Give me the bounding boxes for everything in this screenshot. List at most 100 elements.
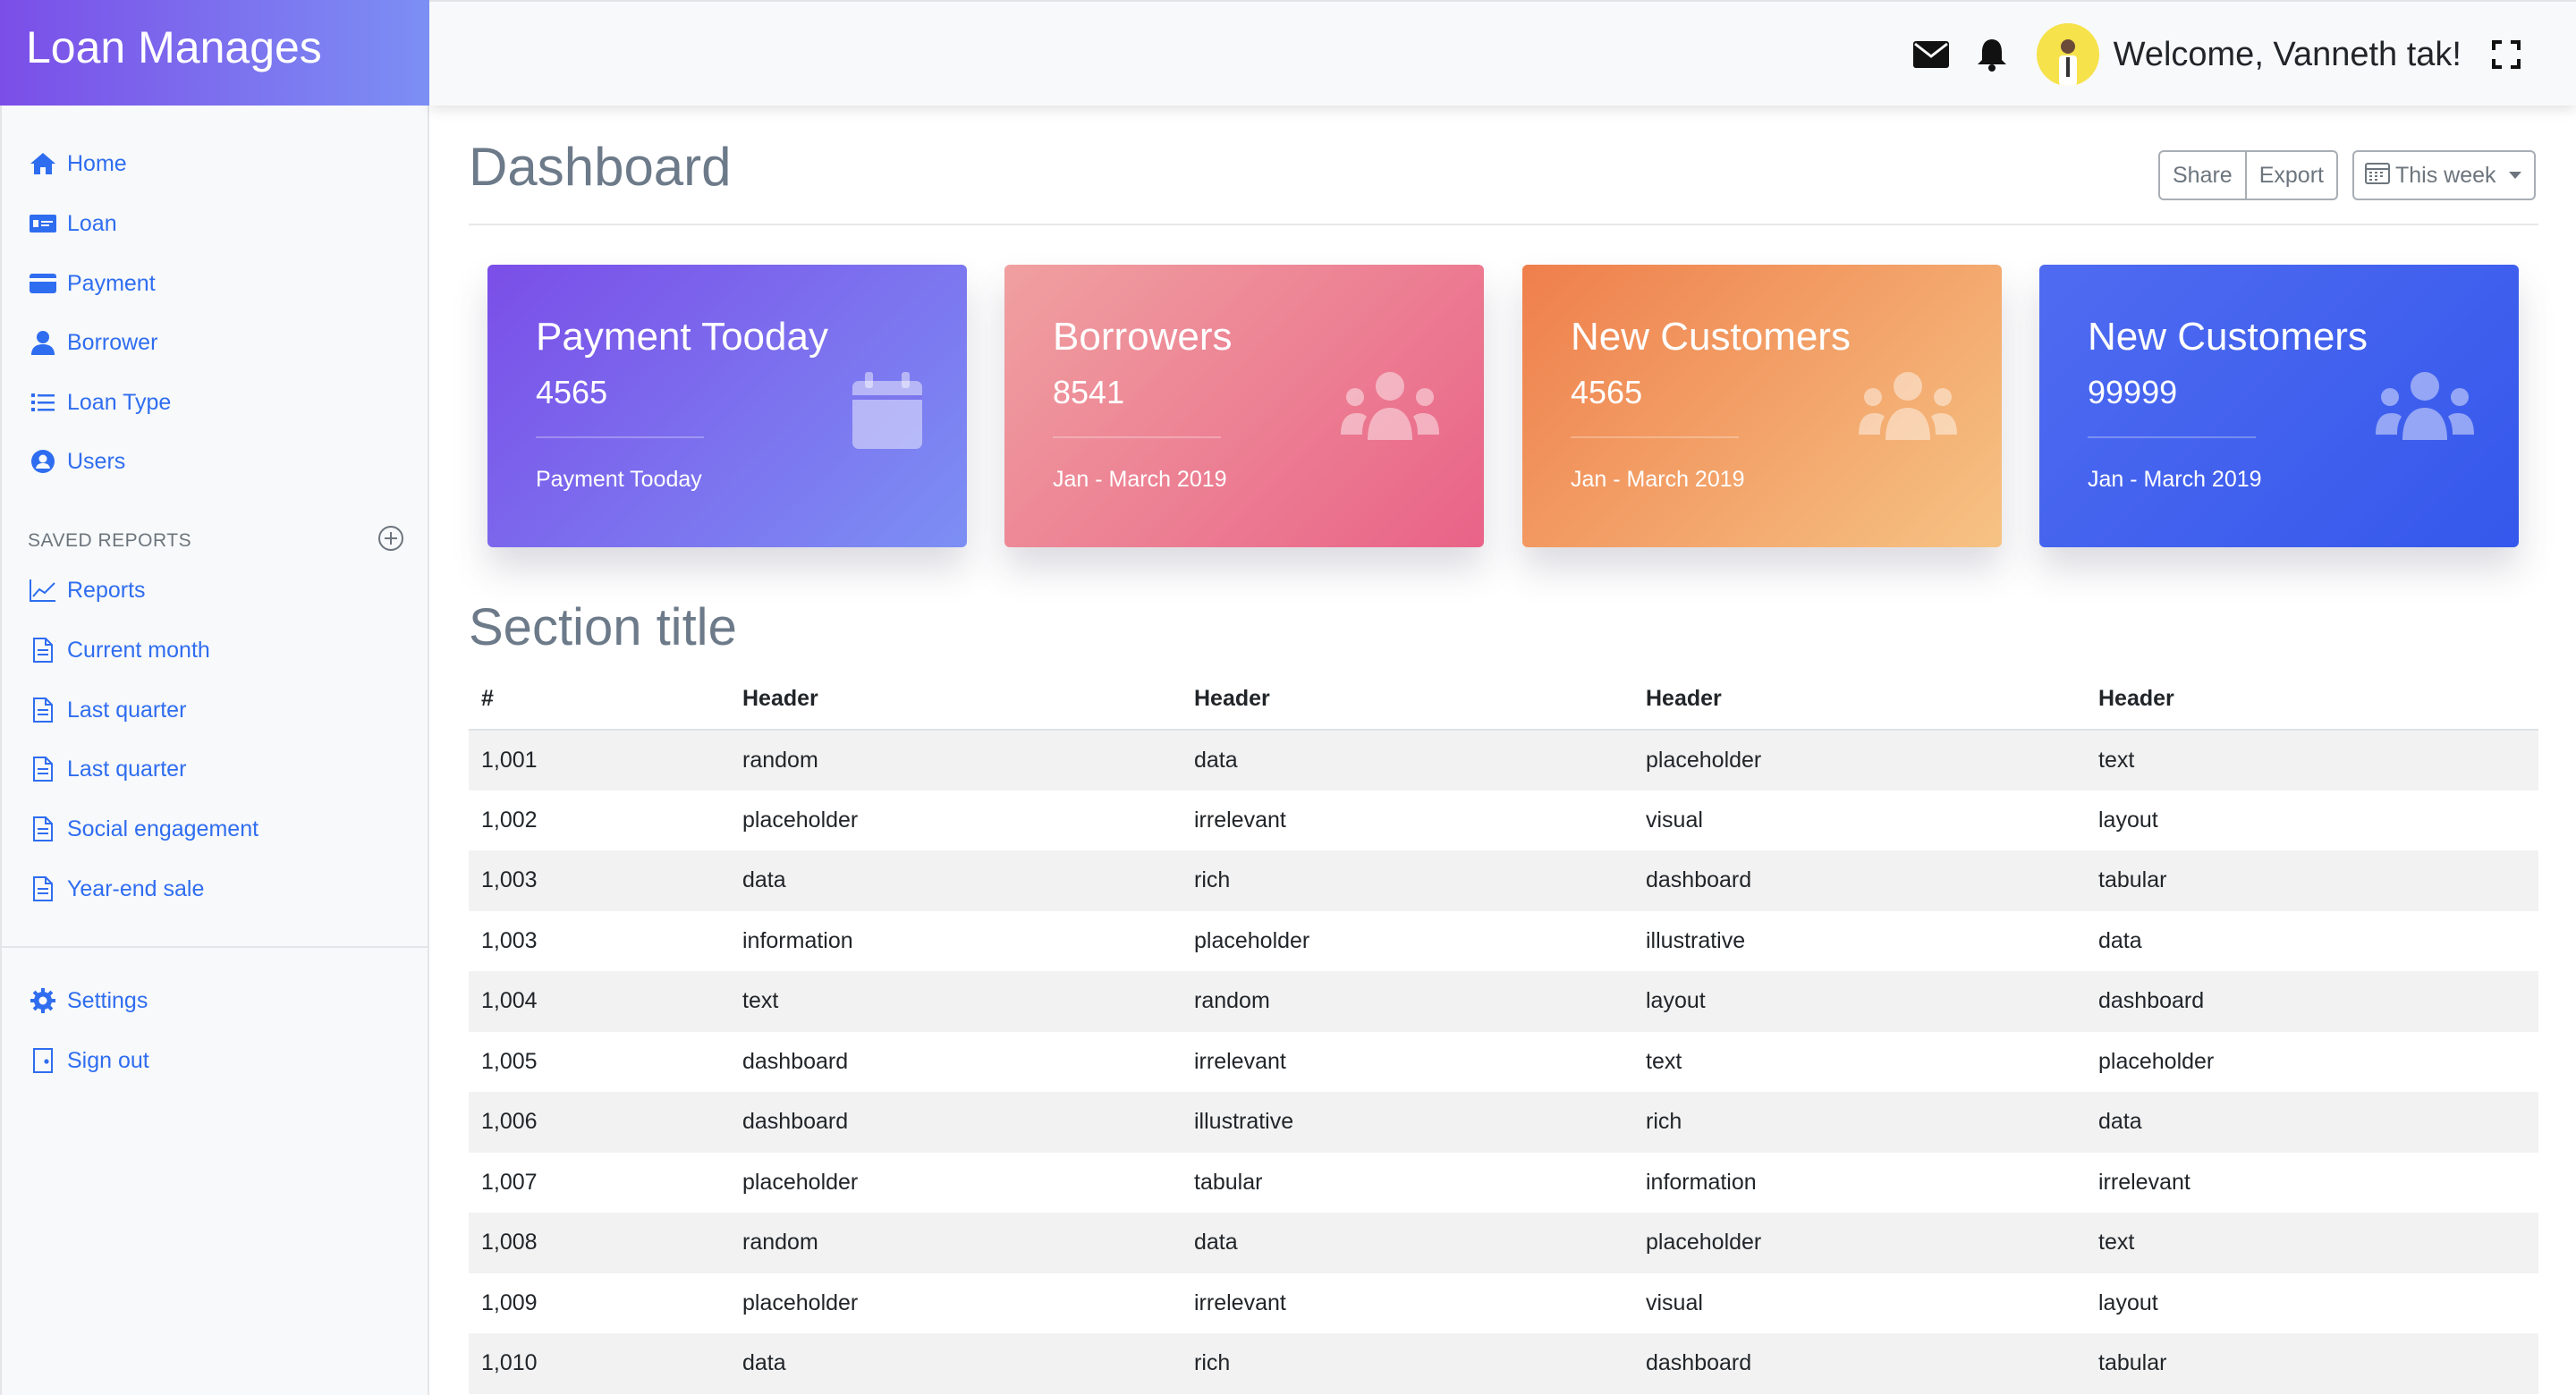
sidebar-item-current-month[interactable]: Current month: [28, 635, 210, 665]
table-row[interactable]: 1,003 information placeholder illustrative d…: [469, 911, 2538, 972]
table-cell: placeholder: [742, 807, 859, 833]
date-range-label: This week: [2395, 162, 2496, 188]
sidebar-item-label: Users: [67, 448, 126, 474]
table-cell: placeholder: [1646, 747, 1762, 773]
stat-card-payment-today[interactable]: Payment Tooday 4565 Payment Tooday: [487, 265, 967, 547]
share-export-group: Share Export: [2158, 150, 2338, 200]
card-title: Payment Tooday: [536, 315, 828, 359]
table-cell: irrelevant: [1194, 1048, 1286, 1074]
column-header: Header: [730, 669, 1182, 731]
sidebar-item-label: Current month: [67, 637, 210, 663]
stat-card-borrowers[interactable]: Borrowers 8541 Jan - March 2019: [1004, 265, 1484, 547]
table-cell: layout: [1646, 988, 1706, 1014]
sidebar-item-users[interactable]: Users: [28, 446, 125, 477]
table-row[interactable]: 1,002 placeholder irrelevant visual layout: [469, 790, 2538, 851]
sidebar-item-label: Home: [67, 150, 127, 176]
avatar[interactable]: [2036, 23, 2099, 86]
card-divider: [1053, 436, 1221, 438]
sidebar-item-loan-type[interactable]: Loan Type: [28, 387, 171, 418]
card-footer: Jan - March 2019: [1053, 467, 1227, 492]
sidebar-item-label: Sign out: [67, 1047, 149, 1073]
sidebar-item-label: Reports: [67, 577, 146, 603]
user-icon: [28, 327, 58, 358]
topbar: Welcome, Vanneth tak!: [429, 0, 2576, 106]
fullscreen-icon[interactable]: [2488, 37, 2524, 72]
sidebar-item-last-quarter[interactable]: Last quarter: [28, 695, 186, 725]
table-cell: data: [742, 1350, 786, 1376]
file-icon: [28, 814, 58, 844]
welcome-text: Welcome, Vanneth tak!: [2113, 35, 2462, 73]
table-cell: text: [1646, 1048, 1682, 1074]
sidebar-item-label: Payment: [67, 270, 156, 296]
table-cell: 1,010: [481, 1350, 538, 1376]
table-cell: data: [1194, 747, 1238, 773]
table-cell: dashboard: [742, 1048, 849, 1074]
table-row[interactable]: 1,010 data rich dashboard tabular: [469, 1333, 2538, 1394]
topbar-actions: Welcome, Vanneth tak!: [1888, 23, 2524, 86]
table-cell: placeholder: [2098, 1048, 2215, 1074]
table-cell: 1,008: [481, 1230, 538, 1256]
table-row[interactable]: 1,007 placeholder tabular information irrele…: [469, 1153, 2538, 1213]
add-report-icon[interactable]: [377, 525, 404, 552]
table-row[interactable]: 1,009 placeholder irrelevant visual layout: [469, 1273, 2538, 1334]
card-footer: Jan - March 2019: [1571, 467, 1745, 492]
table-cell: irrelevant: [1194, 1289, 1286, 1315]
sidebar-item-label: Social engagement: [67, 816, 259, 841]
page-title: Dashboard: [469, 137, 732, 197]
table-cell: layout: [2098, 1289, 2158, 1315]
table-cell: dashboard: [1646, 1350, 1752, 1376]
sidebar-item-social-engagement[interactable]: Social engagement: [28, 814, 258, 844]
table-cell: random: [742, 1230, 818, 1256]
table-cell: rich: [1194, 1350, 1231, 1376]
stat-card-new-customers[interactable]: New Customers 99999 Jan - March 2019: [2039, 265, 2519, 547]
table-row[interactable]: 1,006 dashboard illustrative rich data: [469, 1092, 2538, 1153]
card-divider: [1571, 436, 1739, 438]
users-icon: [1859, 372, 1957, 444]
table-cell: data: [1194, 1230, 1238, 1256]
brand-title[interactable]: Loan Manages: [0, 0, 429, 106]
table-cell: tabular: [2098, 1350, 2167, 1376]
sidebar-divider: [2, 946, 429, 948]
users-icon: [1341, 372, 1439, 444]
sidebar-item-home[interactable]: Home: [28, 148, 127, 179]
table-cell: placeholder: [1646, 1230, 1762, 1256]
stat-card-new-customers[interactable]: New Customers 4565 Jan - March 2019: [1522, 265, 2002, 547]
table-cell: 1,006: [481, 1109, 538, 1135]
sidebar-item-reports[interactable]: Reports: [28, 575, 146, 605]
table-header-row: # Header Header Header Header: [469, 669, 2538, 731]
column-header: Header: [1182, 669, 1633, 731]
sidebar-item-label: Borrower: [67, 329, 158, 355]
table-row[interactable]: 1,005 dashboard irrelevant text placeholder: [469, 1032, 2538, 1093]
export-button[interactable]: Export: [2246, 150, 2338, 200]
sidebar-item-sign-out[interactable]: Sign out: [28, 1045, 149, 1076]
table-row[interactable]: 1,008 random data placeholder text: [469, 1213, 2538, 1273]
file-icon: [28, 635, 58, 665]
table-cell: data: [742, 867, 786, 893]
users-icon: [2376, 372, 2474, 444]
sidebar-item-year-end-sale[interactable]: Year-end sale: [28, 874, 204, 904]
chevron-down-icon: [2508, 172, 2521, 179]
table-cell: text: [2098, 747, 2135, 773]
table-cell: data: [2098, 927, 2142, 953]
sidebar-item-payment[interactable]: Payment: [28, 268, 156, 299]
header-divider: [469, 224, 2538, 225]
date-range-dropdown[interactable]: This week: [2352, 150, 2536, 200]
card-divider: [2088, 436, 2256, 438]
table-cell: irrelevant: [1194, 807, 1286, 833]
bell-icon[interactable]: [1974, 37, 2010, 72]
table-cell: data: [2098, 1109, 2142, 1135]
sidebar-item-settings[interactable]: Settings: [28, 985, 148, 1016]
sidebar-item-label: Year-end sale: [67, 875, 205, 901]
table-row[interactable]: 1,003 data rich dashboard tabular: [469, 850, 2538, 911]
table-cell: dashboard: [2098, 988, 2205, 1014]
share-button[interactable]: Share: [2158, 150, 2247, 200]
table-cell: 1,003: [481, 927, 538, 953]
file-icon: [28, 874, 58, 904]
table-row[interactable]: 1,004 text random layout dashboard: [469, 971, 2538, 1032]
table-row[interactable]: 1,001 random data placeholder text: [469, 730, 2538, 790]
table-cell: information: [1646, 1169, 1757, 1195]
sidebar-item-last-quarter[interactable]: Last quarter: [28, 754, 186, 784]
envelope-icon[interactable]: [1912, 37, 1949, 72]
sidebar-item-borrower[interactable]: Borrower: [28, 327, 157, 358]
sidebar-item-loan[interactable]: Loan: [28, 208, 117, 239]
